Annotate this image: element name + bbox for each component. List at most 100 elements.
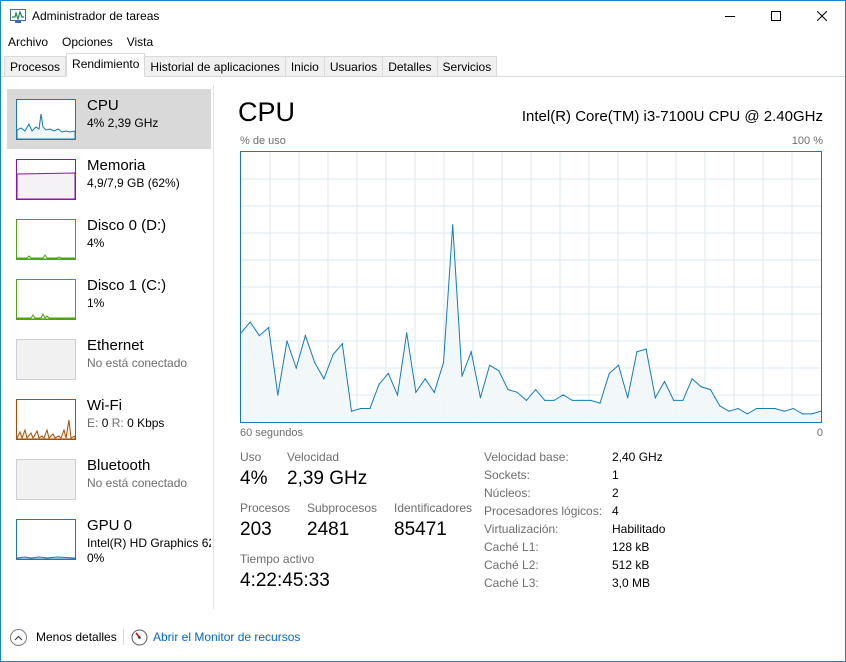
sidebar-item-cpu[interactable]: CPU 4% 2,39 GHz — [7, 89, 211, 149]
title-bar[interactable]: Administrador de tareas — [1, 1, 845, 31]
spec-value: 4 — [612, 504, 619, 518]
tab-historial-aplicaciones[interactable]: Historial de aplicaciones — [145, 56, 286, 77]
footer-bar: Menos detalles Abrir el Monitor de recur… — [1, 609, 845, 661]
cpu-usage-point — [498, 370, 500, 372]
cpu-usage-point — [442, 362, 445, 364]
sidebar-item-disco-1[interactable]: Disco 1 (C:) 1% — [7, 269, 211, 329]
cpu-usage-point — [581, 399, 583, 401]
spec-label: Caché L2: — [484, 558, 539, 572]
maximize-button[interactable] — [753, 1, 799, 31]
cpu-usage-point — [350, 410, 353, 412]
sidebar-item-disco-0[interactable]: Disco 0 (D:) 4% — [7, 209, 211, 269]
menu-opciones[interactable]: Opciones — [55, 31, 120, 53]
sidebar-item-label: Wi-Fi — [87, 397, 122, 414]
tab-inicio[interactable]: Inicio — [285, 56, 325, 77]
subprocesos-value: 2481 — [307, 519, 350, 540]
cpu-usage-point — [562, 394, 564, 396]
wifi-receive-label: R: — [111, 416, 124, 430]
bluetooth-thumbnail-graph — [16, 459, 76, 500]
sidebar-item-wifi[interactable]: Wi-Fi E: 0 R: 0 Kbps — [7, 389, 211, 449]
sidebar-item-label: CPU — [87, 97, 119, 114]
less-details-link[interactable]: Menos detalles — [36, 630, 117, 644]
cpu-usage-point — [590, 399, 592, 401]
task-manager-app-icon — [10, 9, 26, 23]
sidebar-item-bluetooth[interactable]: Bluetooth No está conectado — [7, 449, 211, 509]
ethernet-thumbnail-graph — [16, 339, 76, 380]
cpu-usage-point — [341, 343, 343, 345]
spec-value: 3,0 MB — [612, 576, 651, 590]
menu-vista[interactable]: Vista — [120, 31, 160, 53]
cpu-usage-point — [553, 399, 555, 401]
spec-value: Habilitado — [612, 522, 666, 536]
cpu-usage-point — [663, 380, 666, 383]
sidebar-item-value: E: 0 R: 0 Kbps — [87, 416, 164, 430]
spec-value: 512 kB — [612, 558, 650, 572]
cpu-usage-point — [507, 389, 509, 391]
gpu-usage-value: 0% — [87, 551, 105, 565]
spec-label: Procesadores lógicos: — [484, 504, 603, 518]
graph-y-label: % de uso — [240, 135, 286, 147]
close-icon — [817, 11, 827, 21]
cpu-usage-point — [424, 378, 426, 380]
cpu-usage-point — [470, 351, 472, 353]
less-details-button[interactable] — [10, 629, 27, 646]
cpu-usage-point — [802, 413, 804, 415]
procesos-label: Procesos — [240, 501, 291, 515]
open-resource-monitor-link[interactable]: Abrir el Monitor de recursos — [153, 630, 300, 644]
spec-label: Velocidad base: — [484, 450, 569, 464]
cpu-usage-point — [608, 372, 610, 374]
cpu-usage-point — [314, 362, 316, 364]
chevron-up-icon — [14, 635, 23, 640]
cpu-usage-point — [682, 399, 684, 401]
cpu-usage-point — [295, 367, 297, 369]
spec-label: Caché L1: — [484, 540, 539, 554]
cpu-usage-point — [756, 407, 758, 410]
cpu-usage-point — [792, 407, 795, 410]
sidebar-item-value: 1% — [87, 296, 105, 310]
spec-value: 2,40 GHz — [612, 450, 663, 464]
cpu-usage-point — [783, 410, 785, 412]
cpu-usage-point — [461, 375, 463, 377]
graph-x-label: 60 segundos — [240, 427, 303, 439]
cpu-usage-point — [415, 391, 417, 393]
sidebar-item-value: 4% — [87, 236, 105, 250]
cpu-usage-point — [599, 402, 601, 404]
tab-procesos[interactable]: Procesos — [4, 56, 67, 77]
cpu-usage-point — [636, 351, 638, 353]
sidebar-item-gpu[interactable]: GPU 0 Intel(R) HD Graphics 620 0% — [7, 509, 211, 569]
cpu-usage-point — [737, 407, 739, 410]
graph-y-max-label: 100 % — [791, 135, 823, 147]
wifi-send-value: 0 — [101, 416, 109, 430]
minimize-button[interactable] — [707, 1, 753, 31]
cpu-usage-point — [525, 399, 527, 401]
tiempo-activo-value: 4:22:45:33 — [240, 570, 330, 591]
wifi-thumbnail-graph — [16, 399, 76, 440]
cpu-usage-point — [277, 394, 279, 396]
sidebar-item-label: Disco 1 (C:) — [87, 277, 167, 294]
cpu-usage-point — [249, 321, 251, 323]
spec-value: 128 kB — [612, 540, 650, 554]
tab-rendimiento[interactable]: Rendimiento — [66, 53, 146, 77]
maximize-icon — [771, 11, 781, 21]
close-button[interactable] — [799, 1, 845, 31]
velocidad-value: 2,39 GHz — [287, 468, 368, 489]
sidebar-item-ethernet[interactable]: Ethernet No está conectado — [7, 329, 211, 389]
menu-archivo[interactable]: Archivo — [1, 31, 55, 53]
cpu-model-name: Intel(R) Core(TM) i3-7100U CPU @ 2.40GHz — [521, 108, 823, 125]
cpu-usage-point — [617, 364, 620, 366]
tab-detalles[interactable]: Detalles — [383, 56, 438, 77]
cpu-usage-point — [709, 389, 712, 391]
sidebar-item-memoria[interactable]: Memoria 4,9/7,9 GB (62%) — [7, 149, 211, 209]
tab-servicios[interactable]: Servicios — [437, 56, 498, 77]
cpu-usage-point — [765, 407, 767, 410]
tab-usuarios[interactable]: Usuarios — [324, 56, 384, 77]
task-manager-window: Administrador de tareas Archivo Opciones… — [0, 0, 846, 662]
velocidad-label: Velocidad — [287, 450, 340, 464]
sidebar-item-value: Intel(R) HD Graphics 620 — [87, 536, 211, 550]
procesos-value: 203 — [240, 519, 272, 540]
cpu-usage-point — [654, 397, 656, 399]
identificadores-value: 85471 — [394, 519, 447, 540]
cpu-usage-point — [268, 326, 270, 329]
window-title: Administrador de tareas — [32, 9, 160, 23]
sidebar-item-value: 4% 2,39 GHz — [87, 116, 159, 130]
